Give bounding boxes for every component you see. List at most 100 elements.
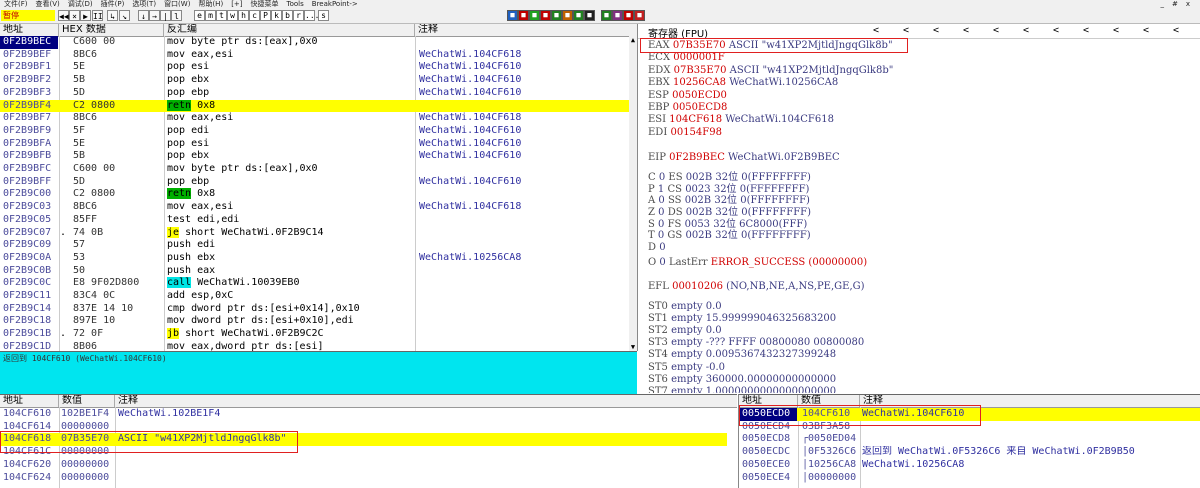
efl-line[interactable]: EFL 00010206 (NO,NB,NE,A,NS,PE,GE,G) bbox=[648, 281, 865, 293]
menu-item[interactable]: 选项(T) bbox=[128, 0, 160, 8]
menu-item[interactable]: 快捷菜单 bbox=[247, 0, 283, 8]
disasm-row[interactable]: 0F2B9C18 897E 10 mov dword ptr ds:[esi+0x1… bbox=[0, 315, 629, 328]
plugin-toolbar-icon[interactable]: ■ bbox=[584, 10, 595, 21]
toolbar-button[interactable]: t bbox=[216, 10, 227, 21]
register-line[interactable]: EBP 0050ECD8 bbox=[648, 102, 727, 114]
dump-row[interactable]: 104CF624 00000000 bbox=[0, 472, 727, 485]
toolbar-button[interactable]: × bbox=[69, 10, 80, 21]
menu-item[interactable]: 调试(D) bbox=[64, 0, 97, 8]
register-line[interactable]: ESP 0050ECD0 bbox=[648, 90, 727, 102]
toolbar-button[interactable]: | bbox=[160, 10, 171, 21]
stack-row[interactable]: 0050ECE0 │10256CA8 WeChatWi.10256CA8 bbox=[739, 459, 1200, 472]
menu-item[interactable]: BreakPoint-> bbox=[308, 0, 362, 8]
plugin-toolbar-icon[interactable]: ■ bbox=[540, 10, 551, 21]
disasm-row[interactable]: 0F2B9BF7 8BC6 mov eax,esi WeChatWi.104CF618 bbox=[0, 112, 629, 125]
register-nav-arrow-icon[interactable]: < bbox=[1173, 24, 1179, 38]
toolbar-button[interactable]: ↘ bbox=[119, 10, 130, 21]
hex-column-header[interactable]: HEX 数据 bbox=[59, 24, 164, 36]
fpu-line[interactable]: ST0 empty 0.0 bbox=[648, 301, 722, 313]
disasm-row[interactable]: 0F2B9C14 837E 14 10 cmp dword ptr ds:[esi+… bbox=[0, 303, 629, 316]
dump-addr-header[interactable]: 地址 bbox=[0, 395, 59, 407]
toolbar-button[interactable]: II bbox=[92, 10, 103, 21]
register-nav-arrow-icon[interactable]: < bbox=[873, 24, 879, 38]
toolbar-button[interactable]: ↓ bbox=[138, 10, 149, 21]
menu-item[interactable]: [+] bbox=[227, 0, 246, 8]
toolbar-button[interactable]: r bbox=[293, 10, 304, 21]
menu-item[interactable]: 插件(P) bbox=[97, 0, 129, 8]
stack-row[interactable]: 0050ECDC │0F5326C6 返回到 WeChatWi.0F5326C6 来… bbox=[739, 446, 1200, 459]
register-line[interactable]: EDX 07B35E70 ASCII "w41XP2MjtldJngqGlk8b… bbox=[648, 65, 893, 77]
toolbar-button[interactable]: b bbox=[282, 10, 293, 21]
close-icon[interactable]: x bbox=[1182, 0, 1194, 8]
menu-item[interactable]: 帮助(H) bbox=[194, 0, 227, 8]
stack-row[interactable]: 0050ECE4 │00000000 bbox=[739, 472, 1200, 485]
plugin-toolbar-icon[interactable]: ■ bbox=[562, 10, 573, 21]
toolbar-button[interactable]: m bbox=[205, 10, 216, 21]
menu-item[interactable]: 查看(V) bbox=[32, 0, 64, 8]
toolbar-button[interactable]: → bbox=[149, 10, 160, 21]
plugin-toolbar-icon[interactable]: ■ bbox=[634, 10, 645, 21]
flag-line[interactable]: T 0 GS 002B 32位 0(FFFFFFFF) bbox=[648, 230, 811, 242]
menu-item[interactable]: 窗口(W) bbox=[160, 0, 194, 8]
dump-row[interactable]: 104CF620 00000000 bbox=[0, 459, 727, 472]
fpu-line[interactable]: ST3 empty -??? FFFF 00800080 00800080 bbox=[648, 337, 864, 349]
register-line[interactable]: ECX 0000001F bbox=[648, 52, 725, 64]
disasm-row[interactable]: 0F2B9C1B. 72 0F jb short WeChatWi.0F2B9C2C bbox=[0, 328, 629, 341]
plugin-toolbar-icon[interactable]: ■ bbox=[551, 10, 562, 21]
disasm-row[interactable]: 0F2B9C00 C2 0800 retn 0x8 bbox=[0, 188, 629, 201]
disasm-column-header[interactable]: 反汇编 bbox=[164, 24, 415, 36]
fpu-line[interactable]: ST5 empty -0.0 bbox=[648, 362, 725, 374]
toolbar-button[interactable]: s bbox=[318, 10, 329, 21]
addr-column-header[interactable]: 地址 bbox=[0, 24, 59, 36]
toolbar-button[interactable]: c bbox=[249, 10, 260, 21]
disasm-row[interactable]: 0F2B9C0A 53 push ebx WeChatWi.10256CA8 bbox=[0, 252, 629, 265]
disasm-row[interactable]: 0F2B9BF9 5F pop edi WeChatWi.104CF610 bbox=[0, 125, 629, 138]
disasm-row[interactable]: 0F2B9BEC C600 00 mov byte ptr ds:[eax],0x0 bbox=[0, 36, 629, 49]
plugin-toolbar-icon[interactable]: ■ bbox=[529, 10, 540, 21]
plugin-toolbar-icon[interactable]: ■ bbox=[507, 10, 518, 21]
disasm-row[interactable]: 0F2B9C0C E8 9F02D800 call WeChatWi.10039EB… bbox=[0, 277, 629, 290]
disasm-row[interactable]: 0F2B9BFB 5B pop ebx WeChatWi.104CF610 bbox=[0, 150, 629, 163]
plugin-toolbar-icon[interactable]: ■ bbox=[573, 10, 584, 21]
toolbar-button[interactable]: h bbox=[238, 10, 249, 21]
fpu-line[interactable]: ST6 empty 360000.00000000000000 bbox=[648, 374, 836, 386]
flag-line[interactable]: S 0 FS 0053 32位 6C8000(FFF) bbox=[648, 219, 807, 231]
disasm-row[interactable]: 0F2B9BFF 5D pop ebp WeChatWi.104CF610 bbox=[0, 176, 629, 189]
dump-row[interactable]: 104CF610 102BE1F4 WeChatWi.102BE1F4 bbox=[0, 408, 727, 421]
comment-column-header[interactable]: 注释 bbox=[415, 24, 637, 36]
flag-line[interactable]: A 0 SS 002B 32位 0(FFFFFFFF) bbox=[648, 195, 810, 207]
register-line[interactable]: EBX 10256CA8 WeChatWi.10256CA8 bbox=[648, 77, 838, 89]
disasm-row[interactable]: 0F2B9BF3 5D pop ebp WeChatWi.104CF610 bbox=[0, 87, 629, 100]
toolbar-button[interactable]: ... bbox=[304, 10, 319, 21]
register-nav-arrow-icon[interactable]: < bbox=[993, 24, 999, 38]
menu-item[interactable]: Tools bbox=[283, 0, 308, 8]
flag-line[interactable]: D 0 bbox=[648, 242, 666, 254]
flag-line[interactable]: C 0 ES 002B 32位 0(FFFFFFFF) bbox=[648, 172, 811, 184]
scroll-down-icon[interactable]: ▼ bbox=[629, 343, 637, 351]
disasm-row[interactable]: 0F2B9C03 8BC6 mov eax,esi WeChatWi.104CF618 bbox=[0, 201, 629, 214]
plugin-toolbar-icon[interactable]: ■ bbox=[612, 10, 623, 21]
minimize-icon[interactable]: _ bbox=[1156, 0, 1168, 8]
disassembly-scrollbar[interactable]: ▲ ▼ bbox=[629, 36, 637, 351]
dump-val-header[interactable]: 数值 bbox=[59, 395, 115, 407]
restore-icon[interactable]: # bbox=[1168, 0, 1182, 8]
disasm-row[interactable]: 0F2B9C07. 74 0B je short WeChatWi.0F2B9C14 bbox=[0, 226, 629, 240]
plugin-toolbar-icon[interactable]: ■ bbox=[623, 10, 634, 21]
fpu-line[interactable]: ST7 empty 1.0000000000000000000 bbox=[648, 386, 836, 393]
register-nav-arrow-icon[interactable]: < bbox=[903, 24, 909, 38]
dump-cmt-header[interactable]: 注释 bbox=[115, 395, 737, 407]
register-line[interactable]: ESI 104CF618 WeChatWi.104CF618 bbox=[648, 114, 834, 126]
disasm-row[interactable]: 0F2B9BF4 C2 0800 retn 0x8 bbox=[0, 99, 629, 113]
disasm-row[interactable]: 0F2B9C09 57 push edi bbox=[0, 239, 629, 252]
register-nav-arrow-icon[interactable]: < bbox=[1053, 24, 1059, 38]
eip-line[interactable]: EIP 0F2B9BEC WeChatWi.0F2B9BEC bbox=[648, 152, 840, 164]
toolbar-button[interactable]: l bbox=[171, 10, 182, 21]
disasm-row[interactable]: 0F2B9C0B 50 push eax bbox=[0, 265, 629, 278]
disasm-row[interactable]: 0F2B9BF1 5E pop esi WeChatWi.104CF610 bbox=[0, 61, 629, 74]
toolbar-button[interactable]: k bbox=[271, 10, 282, 21]
disasm-row[interactable]: 0F2B9C05 85FF test edi,edi bbox=[0, 214, 629, 227]
register-nav-arrow-icon[interactable]: < bbox=[1113, 24, 1119, 38]
fpu-line[interactable]: ST1 empty 15.999999046325683200 bbox=[648, 313, 836, 325]
disassembly-pane[interactable]: 地址 HEX 数据 反汇编 注释 0F2B9BEC C600 00 mov byte… bbox=[0, 24, 638, 351]
fpu-line[interactable]: ST2 empty 0.0 bbox=[648, 325, 722, 337]
